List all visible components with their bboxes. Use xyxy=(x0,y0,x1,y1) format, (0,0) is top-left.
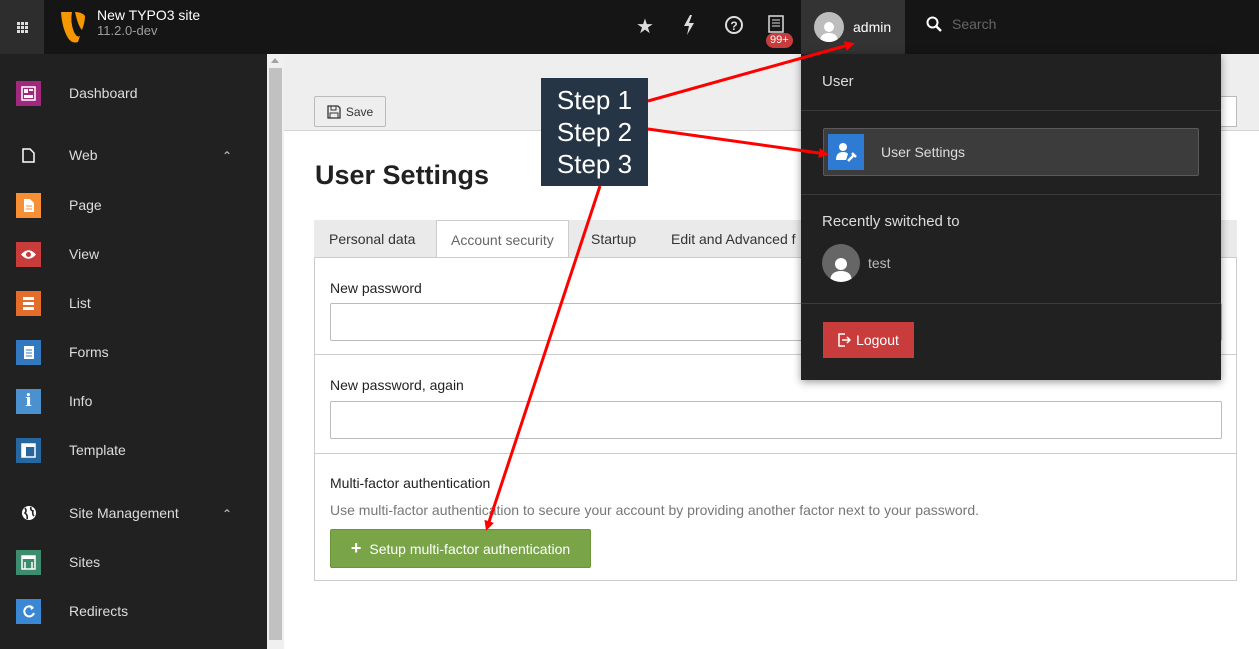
list-icon xyxy=(16,290,41,316)
mfa-description: Use multi-factor authentication to secur… xyxy=(330,502,980,518)
module-menu: Dashboard Web ⌃ Page View List Forms i I… xyxy=(0,54,267,649)
save-button[interactable]: Save xyxy=(314,96,386,127)
sidebar-item-label: Site Management xyxy=(69,505,179,521)
sidebar-item-dashboard[interactable]: Dashboard xyxy=(16,79,138,107)
new-password-again-input[interactable] xyxy=(330,401,1222,439)
sidebar-item-label: Web xyxy=(69,147,98,163)
new-password-label: New password xyxy=(330,280,422,296)
help-icon[interactable]: ? xyxy=(722,15,746,41)
sidebar-item-info[interactable]: i Info xyxy=(16,387,92,415)
sidebar-item-page[interactable]: Page xyxy=(16,191,102,219)
tab-startup[interactable]: Startup xyxy=(591,220,636,258)
setup-mfa-label: Setup multi-factor authentication xyxy=(369,540,571,557)
sidebar-group-web[interactable]: Web xyxy=(16,141,98,169)
sidebar-item-label: Info xyxy=(69,393,93,409)
info-icon: i xyxy=(16,388,41,414)
step-2-label: Step 2 xyxy=(556,117,633,147)
logout-label: Logout xyxy=(856,332,899,348)
recent-user-item[interactable]: test xyxy=(822,244,891,282)
step-1-label: Step 1 xyxy=(556,85,633,115)
chevron-up-icon[interactable]: ⌃ xyxy=(222,149,232,163)
sidebar-item-label: Template xyxy=(69,442,126,458)
page-title: User Settings xyxy=(315,160,490,190)
star-icon[interactable]: ★ xyxy=(633,15,657,39)
sidebar-item-list[interactable]: List xyxy=(16,289,91,317)
user-settings-menu-item[interactable]: User Settings xyxy=(823,128,1199,176)
apps-grid-button[interactable] xyxy=(0,0,44,54)
divider xyxy=(801,194,1221,195)
logout-icon xyxy=(838,333,852,347)
topbar: New TYPO3 site 11.2.0-dev ★ ? 99+ admin xyxy=(0,0,1259,54)
sidebar-group-site-management[interactable]: Site Management xyxy=(16,499,179,527)
steps-annotation: Step 1 Step 2 Step 3 xyxy=(541,78,648,186)
sites-icon xyxy=(16,549,41,575)
sidebar-item-label: Page xyxy=(69,197,102,213)
recent-user-name: test xyxy=(868,255,891,271)
sidebar-item-template[interactable]: Template xyxy=(16,436,126,464)
scroll-thumb[interactable] xyxy=(269,68,282,640)
step-3-label: Step 3 xyxy=(556,149,633,179)
setup-mfa-button[interactable]: + Setup multi-factor authentication xyxy=(330,529,591,568)
site-brand[interactable]: New TYPO3 site 11.2.0-dev xyxy=(58,8,200,44)
site-name: New TYPO3 site xyxy=(97,7,201,23)
sidebar-item-label: Redirects xyxy=(69,603,129,619)
eye-icon xyxy=(16,241,41,267)
user-dropdown-menu: User User Settings Recently switched to … xyxy=(801,54,1221,380)
template-icon xyxy=(16,437,41,463)
user-avatar-icon xyxy=(814,12,844,42)
notification-badge: 99+ xyxy=(766,33,793,48)
chevron-up-icon[interactable]: ⌃ xyxy=(222,507,232,521)
sidebar-item-label: Dashboard xyxy=(69,85,138,101)
user-menu-button[interactable]: admin xyxy=(801,0,905,54)
sidebar-item-view[interactable]: View xyxy=(16,240,99,268)
dashboard-icon xyxy=(16,80,41,106)
globe-icon xyxy=(16,501,41,526)
recently-switched-header: Recently switched to xyxy=(822,213,960,230)
scroll-up-arrow-icon[interactable] xyxy=(271,58,279,63)
search xyxy=(926,16,1152,32)
search-input[interactable] xyxy=(952,16,1152,32)
user-settings-label: User Settings xyxy=(881,144,966,160)
sidebar-scrollbar[interactable] xyxy=(267,54,284,649)
page-icon xyxy=(16,192,41,218)
sidebar-item-label: Sites xyxy=(69,554,101,570)
sidebar-item-label: View xyxy=(69,246,100,262)
sidebar-item-label: List xyxy=(69,295,91,311)
sidebar-item-forms[interactable]: Forms xyxy=(16,338,109,366)
tab-personal-data[interactable]: Personal data xyxy=(329,220,415,258)
arrow-step-2 xyxy=(647,127,829,158)
mfa-panel: Multi-factor authentication Use multi-fa… xyxy=(314,453,1237,581)
save-label: Save xyxy=(345,104,374,119)
mfa-title: Multi-factor authentication xyxy=(330,475,491,491)
sidebar-item-sites[interactable]: Sites xyxy=(16,548,100,576)
svg-text:?: ? xyxy=(730,19,737,33)
plus-icon: + xyxy=(350,538,362,558)
user-menu-header: User xyxy=(822,73,854,90)
sidebar-item-label: Forms xyxy=(69,344,109,360)
divider xyxy=(801,303,1221,304)
floppy-disk-icon xyxy=(327,104,341,119)
apps-grid-icon xyxy=(16,21,28,33)
tab-edit-advanced[interactable]: Edit and Advanced f xyxy=(671,220,796,258)
username: admin xyxy=(853,19,892,35)
logout-button[interactable]: Logout xyxy=(823,322,914,358)
tab-account-security[interactable]: Account security xyxy=(436,220,569,259)
user-avatar-icon xyxy=(822,244,860,282)
divider xyxy=(801,110,1221,111)
user-settings-icon xyxy=(828,134,864,170)
forms-icon xyxy=(16,339,41,365)
redirect-icon xyxy=(16,598,41,624)
search-icon xyxy=(926,16,942,32)
new-password-again-label: New password, again xyxy=(330,377,464,393)
flash-icon[interactable] xyxy=(677,15,701,41)
typo3-logo xyxy=(61,12,85,43)
site-version: 11.2.0-dev xyxy=(97,23,158,38)
sidebar-item-redirects[interactable]: Redirects xyxy=(16,597,128,625)
page-outline-icon xyxy=(16,143,41,168)
